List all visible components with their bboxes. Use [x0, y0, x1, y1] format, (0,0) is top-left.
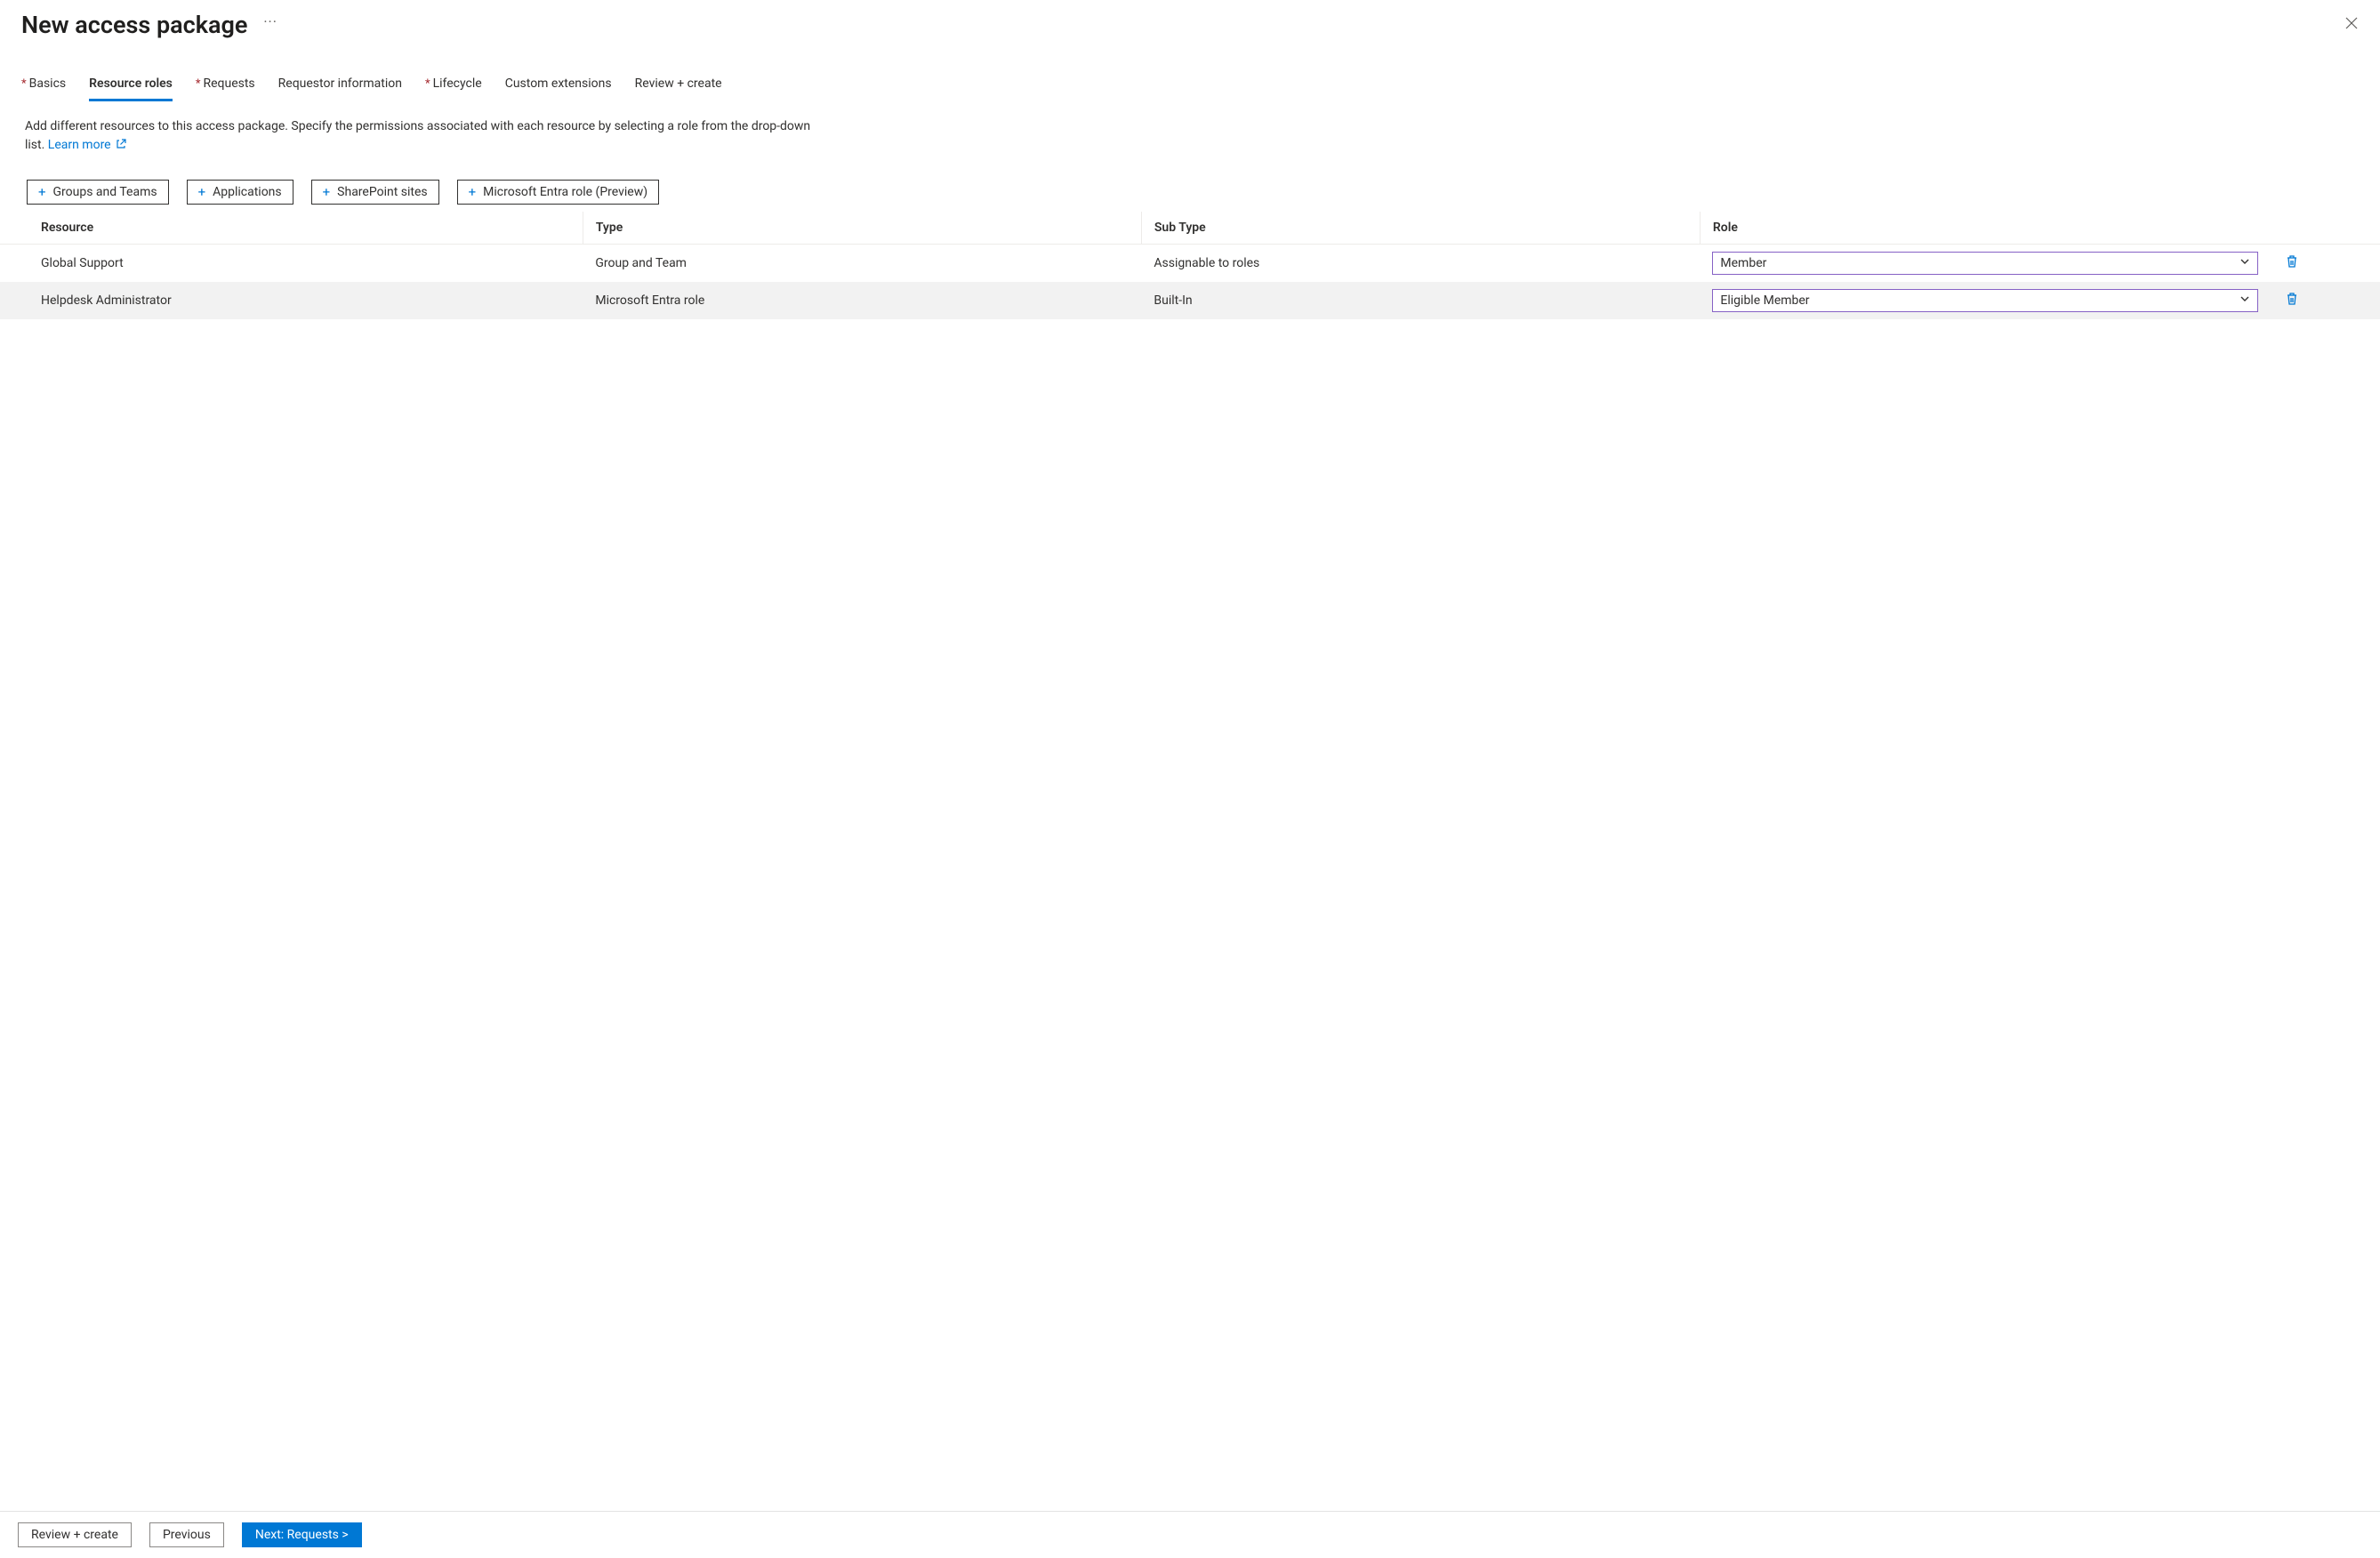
add-entra-role-button[interactable]: + Microsoft Entra role (Preview) — [457, 180, 660, 205]
trash-icon — [2286, 254, 2298, 272]
tab-lifecycle[interactable]: * Lifecycle — [425, 76, 482, 101]
more-actions-button[interactable]: ··· — [263, 15, 277, 35]
tab-label: Requestor information — [278, 76, 402, 91]
button-label: SharePoint sites — [337, 185, 427, 199]
col-role[interactable]: Role — [1700, 212, 2271, 245]
tab-label: Basics — [29, 76, 67, 91]
col-resource[interactable]: Resource — [0, 212, 583, 245]
learn-more-label: Learn more — [48, 138, 111, 152]
required-asterisk: * — [425, 77, 430, 91]
trash-icon — [2286, 292, 2298, 309]
learn-more-link[interactable]: Learn more — [48, 138, 126, 152]
tab-basics[interactable]: * Basics — [21, 76, 66, 101]
plus-icon: + — [323, 186, 331, 199]
tab-label: Custom extensions — [505, 76, 612, 91]
delete-row-button[interactable] — [2283, 254, 2301, 272]
close-icon — [2345, 17, 2358, 33]
role-select-value: Member — [1720, 256, 1766, 270]
tab-review-create[interactable]: Review + create — [635, 76, 722, 101]
tab-label: Resource roles — [89, 76, 173, 91]
col-type[interactable]: Type — [583, 212, 1141, 245]
tab-label: Lifecycle — [433, 76, 482, 91]
tab-label: Review + create — [635, 76, 722, 91]
role-select-value: Eligible Member — [1720, 293, 1809, 308]
previous-button[interactable]: Previous — [149, 1522, 224, 1547]
cell-type: Microsoft Entra role — [583, 282, 1141, 319]
cell-subtype: Assignable to roles — [1141, 245, 1700, 283]
role-select[interactable]: Eligible Member — [1712, 289, 2258, 312]
wizard-footer: Review + create Previous Next: Requests … — [0, 1511, 2380, 1558]
tab-custom-extensions[interactable]: Custom extensions — [505, 76, 612, 101]
button-label: Groups and Teams — [53, 185, 157, 199]
cell-resource: Global Support — [0, 245, 583, 283]
plus-icon: + — [38, 186, 46, 199]
next-button[interactable]: Next: Requests > — [242, 1522, 362, 1547]
add-sharepoint-sites-button[interactable]: + SharePoint sites — [311, 180, 439, 205]
required-asterisk: * — [196, 77, 201, 91]
chevron-down-icon — [2239, 293, 2250, 308]
page-title: New access package — [21, 11, 247, 39]
resources-table-wrap: Resource Type Sub Type Role Global Suppo… — [0, 205, 2380, 319]
role-select[interactable]: Member — [1712, 252, 2258, 275]
table-row: Helpdesk Administrator Microsoft Entra r… — [0, 282, 2380, 319]
step-description: Add different resources to this access p… — [0, 101, 854, 155]
add-applications-button[interactable]: + Applications — [187, 180, 293, 205]
plus-icon: + — [198, 186, 206, 199]
table-row: Global Support Group and Team Assignable… — [0, 245, 2380, 283]
page-header: New access package ··· — [0, 0, 2380, 39]
required-asterisk: * — [21, 77, 27, 91]
tab-label: Requests — [203, 76, 254, 91]
wizard-tabs: * Basics Resource roles * Requests Reque… — [0, 39, 2380, 101]
tab-requestor-information[interactable]: Requestor information — [278, 76, 402, 101]
resource-toolbar: + Groups and Teams + Applications + Shar… — [0, 155, 2380, 205]
review-create-button[interactable]: Review + create — [18, 1522, 132, 1547]
delete-row-button[interactable] — [2283, 292, 2301, 309]
close-button[interactable] — [2341, 14, 2362, 36]
cell-resource: Helpdesk Administrator — [0, 282, 583, 319]
plus-icon: + — [469, 186, 477, 199]
tab-requests[interactable]: * Requests — [196, 76, 255, 101]
cell-subtype: Built-In — [1141, 282, 1700, 319]
resources-table: Resource Type Sub Type Role Global Suppo… — [0, 212, 2380, 319]
tab-resource-roles[interactable]: Resource roles — [89, 76, 173, 101]
chevron-down-icon — [2239, 256, 2250, 270]
button-label: Microsoft Entra role (Preview) — [483, 185, 647, 199]
button-label: Applications — [213, 185, 282, 199]
col-subtype[interactable]: Sub Type — [1141, 212, 1700, 245]
cell-type: Group and Team — [583, 245, 1141, 283]
col-actions — [2271, 212, 2380, 245]
external-link-icon — [116, 137, 126, 148]
description-text: Add different resources to this access p… — [25, 119, 810, 152]
add-groups-teams-button[interactable]: + Groups and Teams — [27, 180, 169, 205]
